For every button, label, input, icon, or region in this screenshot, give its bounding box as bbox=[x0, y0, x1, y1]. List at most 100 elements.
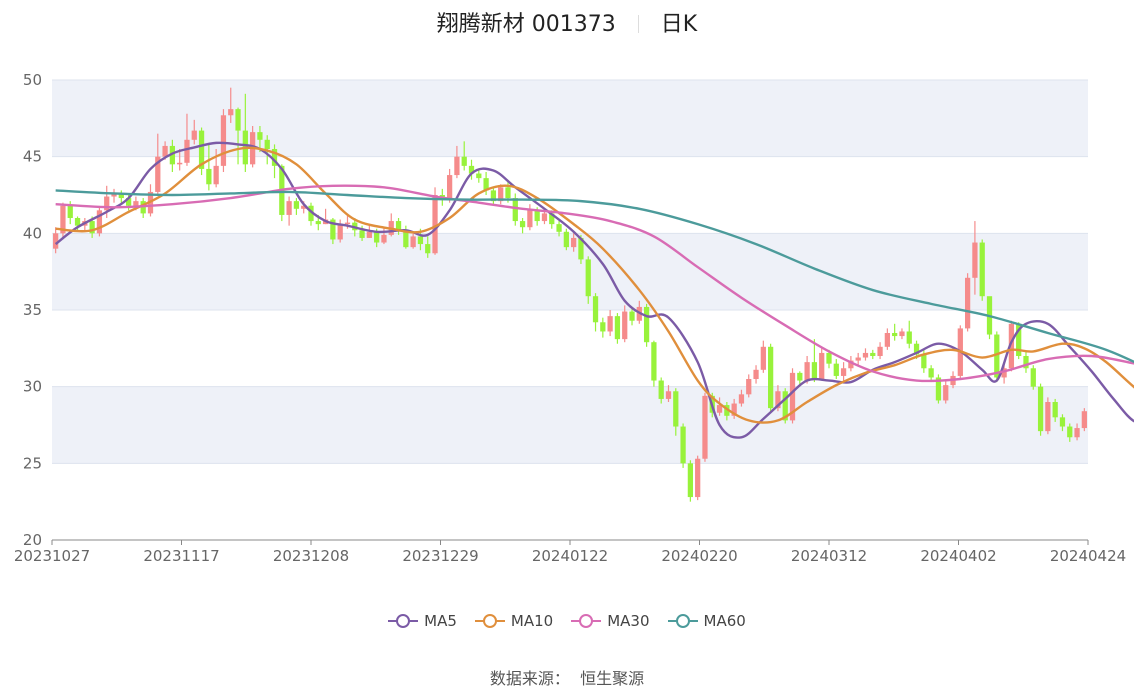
candle-down bbox=[643, 306, 650, 343]
candlestick-chart: 2025303540455020231027 20231117 20231208 20… bbox=[14, 71, 1134, 565]
candle-up bbox=[1045, 402, 1051, 432]
candle-down bbox=[417, 236, 424, 245]
candle-up bbox=[804, 362, 810, 381]
candle-down bbox=[512, 198, 518, 222]
candle-down bbox=[67, 205, 73, 218]
y-tick-label: 45 bbox=[23, 148, 42, 166]
x-tick-label: 20240402 bbox=[920, 547, 996, 565]
candle-up bbox=[695, 458, 701, 498]
candle-down bbox=[1037, 386, 1044, 432]
candle-up bbox=[760, 346, 766, 370]
candle-up bbox=[1074, 428, 1080, 438]
x-tick-label: 20231117 bbox=[143, 547, 219, 565]
candle-down bbox=[563, 231, 569, 248]
candle-down bbox=[359, 230, 365, 238]
candle-down bbox=[264, 139, 270, 149]
candle-up bbox=[607, 316, 613, 332]
candle-up bbox=[877, 346, 883, 356]
source-value: 恒生聚源 bbox=[580, 669, 645, 688]
candle-down bbox=[600, 322, 606, 332]
candle-down bbox=[374, 231, 380, 243]
candle-up bbox=[1081, 411, 1087, 429]
legend-label-ma5: MA5 bbox=[424, 612, 457, 630]
x-tick-label: 20240122 bbox=[532, 547, 608, 565]
y-tick-label: 35 bbox=[23, 301, 42, 319]
candle-up bbox=[177, 162, 183, 165]
x-tick-label: 20240424 bbox=[1050, 547, 1126, 565]
candle-down bbox=[797, 372, 803, 381]
candle-down bbox=[651, 342, 657, 381]
candle-down bbox=[1030, 368, 1036, 387]
candle-down bbox=[1059, 417, 1066, 427]
candle-down bbox=[425, 244, 431, 254]
legend-item-ma10[interactable]: MA10 bbox=[474, 612, 553, 630]
ma60-swatch bbox=[667, 613, 698, 629]
candle-up bbox=[191, 130, 197, 140]
candle-down bbox=[585, 259, 591, 297]
candle-up bbox=[541, 213, 548, 222]
ma10-swatch bbox=[474, 613, 505, 629]
candle-up bbox=[220, 115, 227, 166]
candle-up bbox=[527, 210, 533, 228]
candle-down bbox=[315, 221, 321, 225]
candle-up bbox=[337, 224, 343, 240]
candle-up bbox=[855, 357, 861, 361]
candle-up bbox=[571, 237, 577, 248]
candle-up bbox=[840, 368, 847, 376]
candle-down bbox=[833, 363, 839, 376]
legend-item-ma5[interactable]: MA5 bbox=[388, 612, 457, 630]
candle-down bbox=[519, 221, 526, 228]
candle-down bbox=[680, 426, 686, 464]
candle-up bbox=[746, 379, 752, 395]
candle-down bbox=[658, 380, 664, 399]
candle-down bbox=[614, 316, 621, 340]
x-tick-label: 20231027 bbox=[14, 547, 90, 565]
candle-down bbox=[461, 156, 467, 166]
x-tick-label: 20231229 bbox=[402, 547, 478, 565]
y-tick-label: 30 bbox=[23, 378, 42, 396]
candle-up bbox=[162, 145, 168, 157]
candle-up bbox=[410, 236, 416, 248]
ma5-swatch bbox=[388, 613, 419, 629]
candle-up bbox=[972, 242, 978, 278]
y-tick-label: 25 bbox=[23, 454, 42, 472]
candle-up bbox=[964, 277, 971, 329]
candle-down bbox=[979, 242, 985, 297]
legend-label-ma30: MA30 bbox=[607, 612, 650, 630]
candle-up bbox=[899, 331, 905, 337]
candle-up bbox=[366, 231, 372, 238]
candle-up bbox=[862, 352, 869, 358]
candle-up bbox=[943, 385, 949, 401]
legend-item-ma60[interactable]: MA60 bbox=[667, 612, 746, 630]
candle-down bbox=[592, 296, 599, 323]
candle-down bbox=[74, 218, 81, 226]
candle-down bbox=[1067, 426, 1073, 438]
candle-down bbox=[235, 109, 241, 131]
candle-up bbox=[454, 156, 460, 176]
candle-up bbox=[819, 352, 825, 379]
candle-down bbox=[928, 368, 934, 378]
candle-down bbox=[293, 201, 300, 209]
candle-down bbox=[673, 391, 679, 427]
candle-up bbox=[738, 394, 745, 404]
legend-item-ma30[interactable]: MA30 bbox=[571, 612, 650, 630]
candle-up bbox=[622, 311, 628, 340]
candle-down bbox=[1052, 402, 1058, 418]
candle-down bbox=[892, 333, 898, 337]
candle-up bbox=[446, 175, 453, 199]
candle-up bbox=[665, 391, 672, 399]
grid-band bbox=[52, 233, 1088, 310]
x-tick-label: 20240220 bbox=[661, 547, 737, 565]
candle-down bbox=[906, 331, 912, 344]
candle-down bbox=[556, 224, 562, 232]
source-label: 数据来源： bbox=[489, 669, 570, 688]
ma30-swatch bbox=[571, 613, 602, 629]
candle-up bbox=[228, 109, 234, 116]
candle-up bbox=[381, 234, 387, 243]
candle-down bbox=[826, 352, 832, 364]
candle-down bbox=[811, 362, 818, 379]
candle-up bbox=[184, 139, 190, 163]
y-tick-label: 40 bbox=[23, 224, 42, 242]
candle-down bbox=[629, 311, 635, 321]
candle-up bbox=[753, 369, 759, 379]
